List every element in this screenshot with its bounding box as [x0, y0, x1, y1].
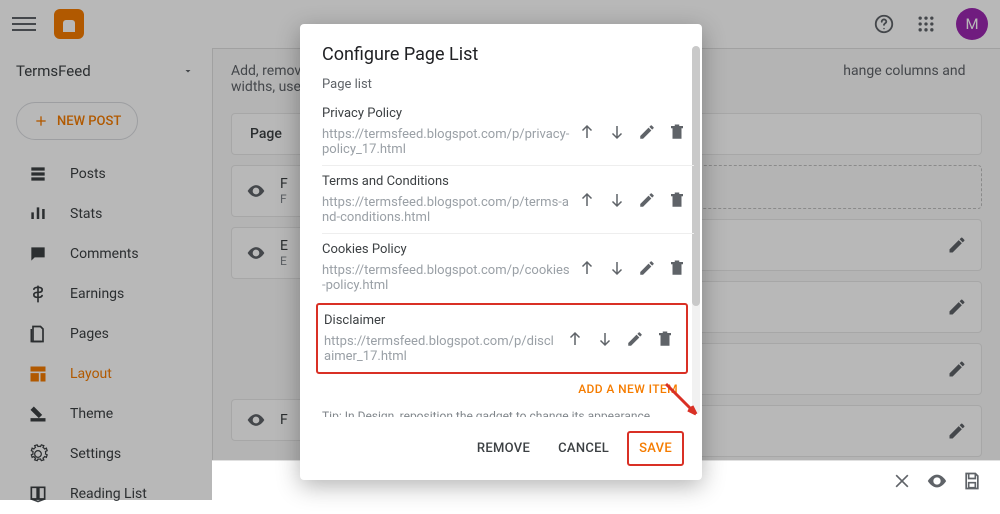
arrow-down-icon[interactable] [608, 191, 626, 209]
arrow-down-icon[interactable] [608, 259, 626, 277]
cancel-button[interactable]: CANCEL [548, 433, 619, 464]
page-url: https://termsfeed.blogspot.com/p/disclai… [324, 334, 566, 364]
page-name: Privacy Policy [322, 106, 578, 121]
delete-icon[interactable] [656, 330, 674, 348]
save-highlight: SAVE [627, 431, 684, 466]
edit-icon[interactable] [638, 123, 656, 141]
page-url: https://termsfeed.blogspot.com/p/terms-a… [322, 195, 578, 225]
delete-icon[interactable] [668, 191, 686, 209]
modal-actions: REMOVE CANCEL SAVE [300, 417, 702, 466]
page-item: Privacy Policy https://termsfeed.blogspo… [322, 98, 694, 165]
preview-icon[interactable] [926, 470, 948, 492]
tip-text: Tip: In Design, reposition the gadget to… [322, 401, 694, 417]
highlighted-item: Disclaimer https://termsfeed.blogspot.co… [316, 303, 688, 374]
page-name: Disclaimer [324, 313, 566, 328]
delete-icon[interactable] [668, 259, 686, 277]
close-icon[interactable] [892, 471, 912, 491]
page-list-label: Page list [322, 77, 694, 92]
modal-title: Configure Page List [300, 24, 702, 77]
page-item: Cookies Policy https://termsfeed.blogspo… [322, 233, 694, 301]
edit-icon[interactable] [638, 191, 656, 209]
remove-button[interactable]: REMOVE [467, 433, 540, 464]
delete-icon[interactable] [668, 123, 686, 141]
page-name: Cookies Policy [322, 242, 578, 257]
save-icon[interactable] [962, 471, 982, 491]
edit-icon[interactable] [626, 330, 644, 348]
arrow-up-icon[interactable] [566, 330, 584, 348]
page-item: Disclaimer https://termsfeed.blogspot.co… [324, 309, 682, 368]
arrow-up-icon[interactable] [578, 259, 596, 277]
save-button[interactable]: SAVE [629, 433, 682, 464]
page-item: Terms and Conditions https://termsfeed.b… [322, 165, 694, 233]
page-url: https://termsfeed.blogspot.com/p/privacy… [322, 127, 578, 157]
configure-page-list-modal: Configure Page List Page list Privacy Po… [300, 24, 702, 480]
arrow-down-icon[interactable] [596, 330, 614, 348]
arrow-up-icon[interactable] [578, 123, 596, 141]
edit-icon[interactable] [638, 259, 656, 277]
arrow-up-icon[interactable] [578, 191, 596, 209]
page-url: https://termsfeed.blogspot.com/p/cookies… [322, 263, 578, 293]
arrow-down-icon[interactable] [608, 123, 626, 141]
add-new-item-link[interactable]: ADD A NEW ITEM [578, 382, 678, 396]
page-name: Terms and Conditions [322, 174, 578, 189]
